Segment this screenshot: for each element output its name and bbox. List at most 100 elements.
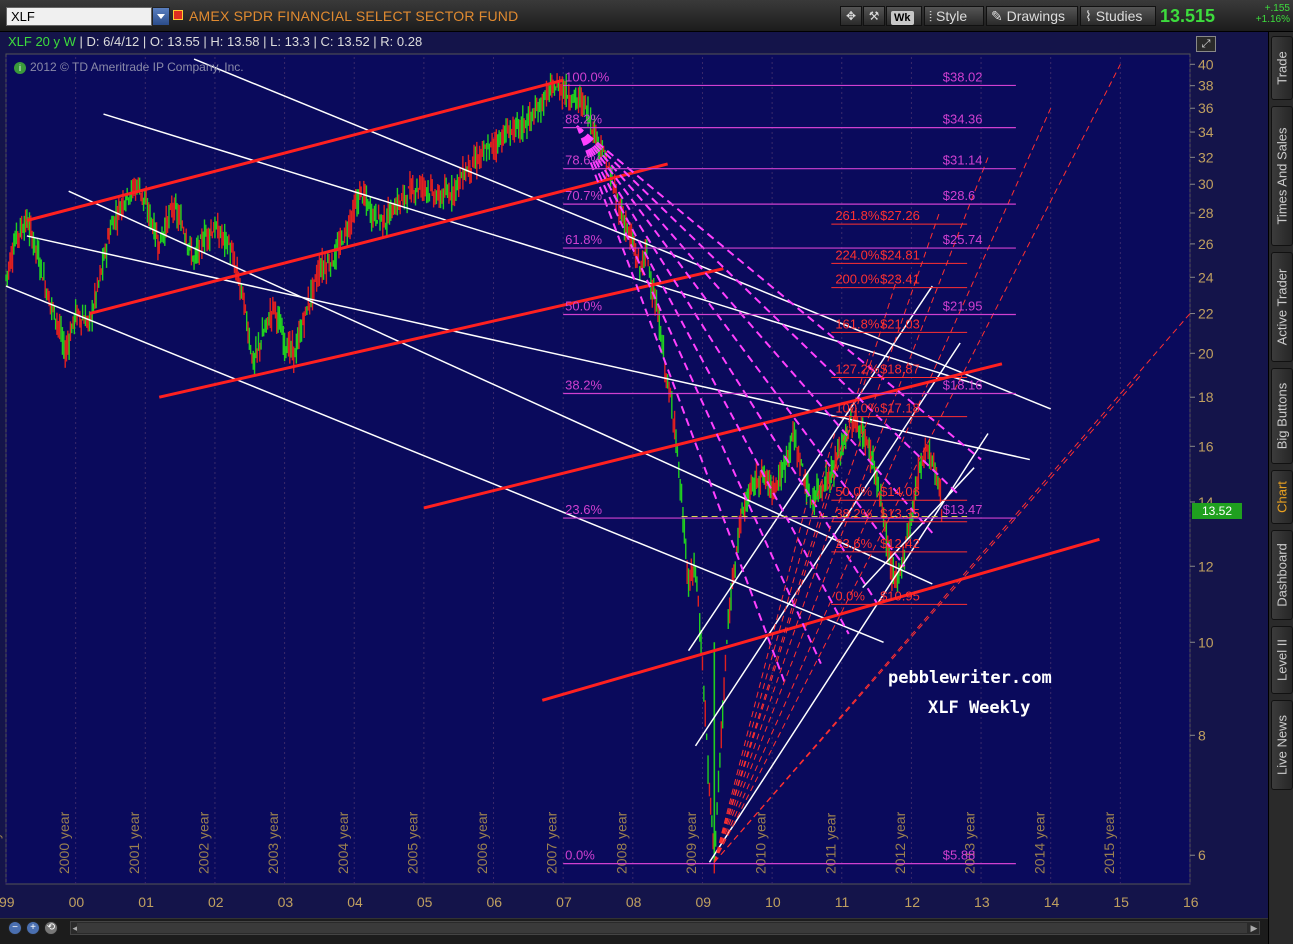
fib-pct-label: 38.2% <box>565 378 602 393</box>
style-label: Style <box>936 8 968 24</box>
watermark-line2: XLF Weekly <box>928 698 1031 718</box>
year-label: 2008 year <box>613 811 629 874</box>
year-label: 2007 year <box>544 811 560 874</box>
drawings-label: Drawings <box>1006 8 1065 24</box>
y-tick-label: 8 <box>1198 727 1206 743</box>
tab-active-trader[interactable]: Active Trader <box>1271 252 1293 362</box>
y-tick-label: 10 <box>1198 634 1214 650</box>
style-icon: ⦙ <box>929 8 933 24</box>
tab-trade[interactable]: Trade <box>1271 36 1293 100</box>
tab-label: Dashboard <box>1274 543 1290 607</box>
zoom-out-icon[interactable]: − <box>8 921 22 935</box>
year-label: 2009 year <box>683 811 699 874</box>
wrench-icon[interactable]: ⚒ <box>863 6 885 26</box>
x-tick-label: 08 <box>626 894 642 910</box>
fib-ext-price-label: $27.26 <box>880 208 920 223</box>
tab-label: Big Buttons <box>1274 382 1290 450</box>
y-tick-label: 30 <box>1198 176 1214 192</box>
tab-live-news[interactable]: Live News <box>1271 700 1293 790</box>
x-tick-label: 00 <box>69 894 85 910</box>
x-tick-label: 05 <box>417 894 433 910</box>
fib-pct-label: 50.0% <box>565 298 602 313</box>
top-toolbar: XLF AMEX SPDR FINANCIAL SELECT SECTOR FU… <box>0 0 1293 32</box>
studies-button[interactable]: ⌇ Studies <box>1080 6 1156 26</box>
change-pct: +1.16% <box>1255 14 1290 25</box>
x-tick-label: 04 <box>347 894 363 910</box>
studies-icon: ⌇ <box>1085 8 1092 24</box>
fib-ext-pct-label: 100.0% <box>835 401 880 416</box>
y-tick-label: 18 <box>1198 389 1214 405</box>
info-close: C: 13.52 <box>320 34 370 49</box>
fib-pct-label: 0.0% <box>565 848 595 863</box>
fib-price-label: $34.36 <box>943 112 983 127</box>
y-tick-label: 34 <box>1198 124 1214 140</box>
fib-ext-pct-label: 200.0% <box>835 272 880 287</box>
x-tick-label: 13 <box>974 894 990 910</box>
tab-big-buttons[interactable]: Big Buttons <box>1271 368 1293 464</box>
x-tick-label: 09 <box>695 894 711 910</box>
fib-ext-pct-label: 161.8% <box>835 316 880 331</box>
ohlc-info-bar: XLF 20 y W | D: 6/4/12 | O: 13.55 | H: 1… <box>8 34 423 49</box>
fib-pct-label: 100.0% <box>565 69 610 84</box>
fib-price-label: $25.74 <box>943 232 983 247</box>
chart-expand-icon[interactable]: ⤢ <box>1196 36 1216 52</box>
x-tick-label: 11 <box>835 894 850 910</box>
chart-ticker: XLF 20 y W <box>8 34 76 49</box>
fib-ext-price-label: $23.41 <box>880 272 920 287</box>
tab-chart[interactable]: Chart <box>1271 470 1293 524</box>
year-label: 2013 year <box>962 811 978 874</box>
tab-level-ii[interactable]: Level II <box>1271 626 1293 694</box>
year-label: 2005 year <box>404 811 420 874</box>
info-range: R: 0.28 <box>380 34 423 49</box>
fib-pct-label: 61.8% <box>565 232 602 247</box>
fib-price-label: $18.16 <box>943 378 983 393</box>
scroll-thumb[interactable] <box>77 923 1247 933</box>
tab-times-and-sales[interactable]: Times And Sales <box>1271 106 1293 246</box>
year-label: 2000 year <box>56 811 72 874</box>
y-tick-label: 24 <box>1198 269 1214 285</box>
crosshair-icon[interactable]: ✥ <box>840 6 862 26</box>
info-high: H: 13.58 <box>210 34 260 49</box>
tab-label: Active Trader <box>1274 268 1290 346</box>
tab-label: Live News <box>1274 715 1290 775</box>
year-label: 2011 year <box>822 812 838 874</box>
style-button[interactable]: ⦙ Style <box>924 6 984 26</box>
x-tick-label: 07 <box>556 894 572 910</box>
year-label: 2001 year <box>126 811 142 874</box>
flag-icon[interactable] <box>173 10 183 20</box>
tab-dashboard[interactable]: Dashboard <box>1271 530 1293 620</box>
copyright-text: 2012 © TD Ameritrade IP Company, Inc. <box>30 60 244 74</box>
y-tick-label: 20 <box>1198 345 1214 361</box>
fib-ext-pct-label: 224.0% <box>835 247 880 262</box>
zoom-in-icon[interactable]: + <box>26 921 40 935</box>
bottom-bar: − + ⟲ ◀ ▶ <box>0 918 1268 944</box>
fib-ext-price-label: $24.81 <box>880 247 920 262</box>
fib-pct-label: 78.6% <box>565 153 602 168</box>
price-change: +.155 +1.16% <box>1240 3 1290 25</box>
symbol-dropdown-button[interactable] <box>152 7 170 26</box>
tab-label: Level II <box>1274 639 1290 681</box>
info-icon[interactable]: i <box>14 62 26 74</box>
horizontal-scrollbar[interactable]: ◀ ▶ <box>70 921 1260 935</box>
tab-label: Chart <box>1274 481 1290 513</box>
copyright: i 2012 © TD Ameritrade IP Company, Inc. <box>14 60 244 74</box>
year-label: 2004 year <box>335 811 351 874</box>
period-button[interactable]: Wk <box>886 6 922 26</box>
fib-ext-pct-label: 0.0% <box>835 588 865 603</box>
fib-price-label: $38.02 <box>943 69 983 84</box>
drawings-button[interactable]: ✎ Drawings <box>986 6 1078 26</box>
x-tick-label: 02 <box>208 894 224 910</box>
zoom-reset-icon[interactable]: ⟲ <box>44 921 58 935</box>
fib-pct-label: 23.6% <box>565 502 602 517</box>
fund-name: AMEX SPDR FINANCIAL SELECT SECTOR FUND <box>189 8 519 24</box>
symbol-input[interactable]: XLF <box>6 7 152 26</box>
year-label: 1999 year <box>0 811 3 874</box>
scroll-right-icon[interactable]: ▶ <box>1248 922 1260 934</box>
x-tick-label: 06 <box>487 894 503 910</box>
y-tick-label: 6 <box>1198 847 1206 863</box>
fib-pct-label: 88.2% <box>565 112 602 127</box>
fib-price-label: $28.6 <box>943 188 976 203</box>
price-chart[interactable]: 6 8 10 12 14 16 18 20 22 24 26 28 30 32 34 36 38 40 99 00 01… <box>0 32 1268 944</box>
app-window: XLF AMEX SPDR FINANCIAL SELECT SECTOR FU… <box>0 0 1293 944</box>
x-tick-label: 15 <box>1113 894 1129 910</box>
